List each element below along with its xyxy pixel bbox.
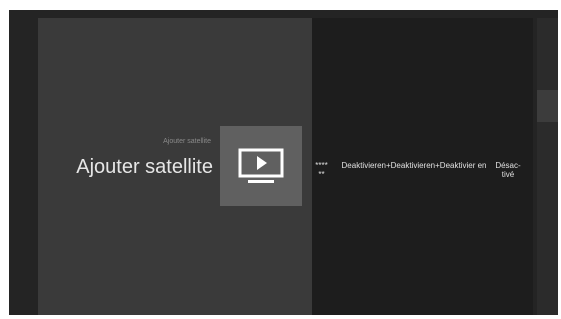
scrollbar-thumb[interactable] — [537, 90, 558, 122]
list-item[interactable]: Désac- tivé — [494, 161, 522, 179]
list-item[interactable]: Deaktivieren+Deaktivieren+Deaktivier en — [336, 161, 492, 170]
tv-screen: Ajouter satellite Ajouter satellite ****… — [9, 10, 558, 315]
add-satellite-tile[interactable] — [220, 126, 302, 206]
scrollbar-track[interactable] — [537, 18, 558, 315]
tv-play-icon — [238, 148, 284, 183]
list-item[interactable]: **** ** — [313, 161, 330, 179]
page-title: Ajouter satellite — [76, 156, 213, 178]
page-subtitle: Ajouter satellite — [163, 138, 211, 145]
